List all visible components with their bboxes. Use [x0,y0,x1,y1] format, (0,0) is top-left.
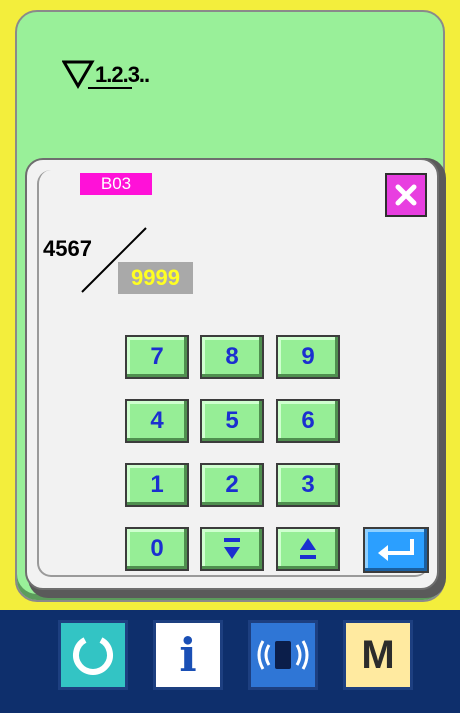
key-9[interactable]: 9 [276,335,340,379]
key-6[interactable]: 6 [276,399,340,443]
mode-button[interactable]: M [343,620,413,690]
close-button[interactable] [385,173,427,217]
key-1[interactable]: 1 [125,463,189,507]
key-8[interactable]: 8 [200,335,264,379]
communication-icon [257,640,309,670]
close-x-icon [395,184,417,206]
reset-circle-icon [73,637,113,675]
increment-button[interactable] [276,527,340,571]
key-7[interactable]: 7 [125,335,189,379]
key-0[interactable]: 0 [125,527,189,571]
reset-button[interactable] [58,620,128,690]
counter-label: 1.2.3.. [95,62,150,87]
key-4[interactable]: 4 [125,399,189,443]
item-tag: B03 [80,173,152,195]
info-icon: i [179,628,197,682]
max-value-display: 9999 [118,262,193,294]
decrement-arrow-icon [224,538,240,559]
decrement-button[interactable] [200,527,264,571]
key-3[interactable]: 3 [276,463,340,507]
enter-button[interactable] [363,527,429,573]
communication-button[interactable] [248,620,318,690]
information-button[interactable]: i [153,620,223,690]
mode-label: M [361,632,395,677]
increment-arrow-icon [300,538,316,559]
key-5[interactable]: 5 [200,399,264,443]
enter-return-icon [378,539,414,561]
key-2[interactable]: 2 [200,463,264,507]
